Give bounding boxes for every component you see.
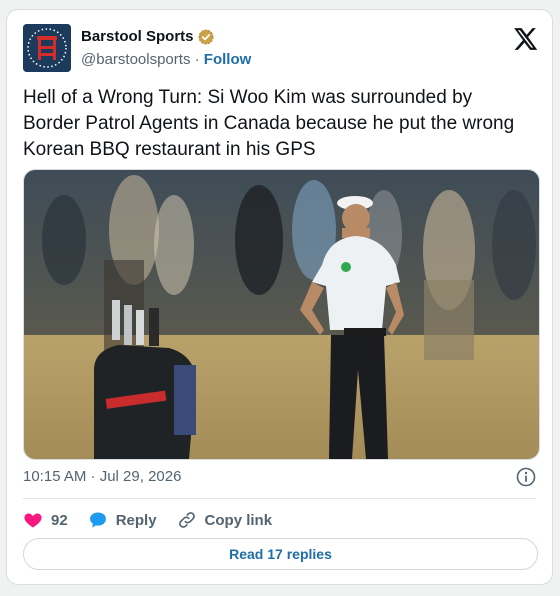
info-icon[interactable] <box>516 467 536 487</box>
avatar[interactable] <box>23 24 71 72</box>
copy-link-button[interactable]: Copy link <box>177 510 273 530</box>
name-row: Barstool Sports <box>81 28 214 45</box>
handle[interactable]: @barstoolsports <box>81 51 190 68</box>
heart-icon <box>24 513 42 528</box>
timestamp[interactable]: 10:15 AM · Jul 29, 2026 <box>23 468 181 485</box>
reply-label: Reply <box>115 511 157 529</box>
action-bar: 92 Reply Copy link <box>23 509 292 531</box>
barstool-logo <box>23 24 71 72</box>
verified-badge-icon <box>198 29 214 44</box>
handle-row: @barstoolsports · Follow <box>81 51 251 68</box>
x-logo-icon[interactable] <box>512 26 538 52</box>
golfer-photo <box>24 170 539 459</box>
tweet-text: Hell of a Wrong Turn: Si Woo Kim was sur… <box>23 87 515 160</box>
tweet-card: Barstool Sports @barstoolsports · Follow… <box>6 9 553 585</box>
link-icon <box>178 512 195 528</box>
follow-button[interactable]: Follow <box>204 51 252 68</box>
like-button[interactable]: 92 <box>23 510 68 530</box>
speech-bubble-icon <box>89 512 106 528</box>
tweet-photo[interactable] <box>23 169 540 460</box>
copy-link-label: Copy link <box>204 511 273 529</box>
like-count: 92 <box>51 511 68 529</box>
divider <box>23 498 536 499</box>
read-replies-button[interactable]: Read 17 replies <box>23 538 538 570</box>
handle-separator: · <box>190 51 204 68</box>
display-name[interactable]: Barstool Sports <box>81 28 194 45</box>
reply-button[interactable]: Reply <box>88 510 157 530</box>
